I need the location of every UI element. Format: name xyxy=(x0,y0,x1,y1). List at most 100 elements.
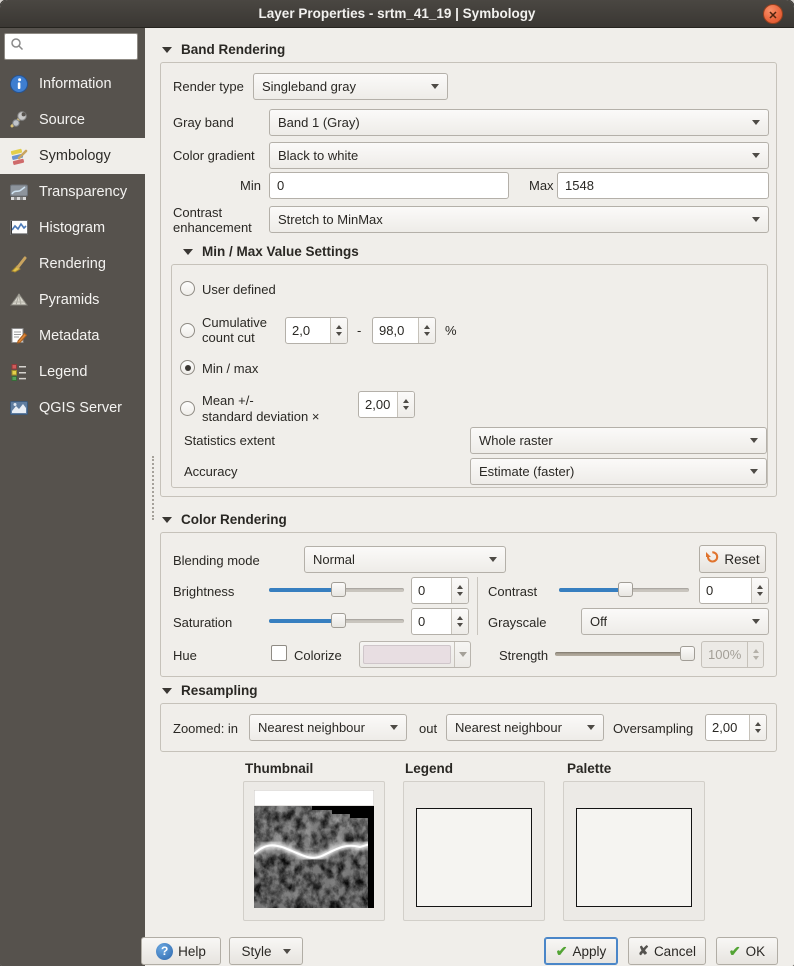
slider-thumb[interactable] xyxy=(680,646,695,661)
min-max-radio[interactable] xyxy=(180,360,195,375)
oversampling-label: Oversampling xyxy=(613,721,693,736)
band-rendering-group: Render type Singleband gray Gray band Ba… xyxy=(160,62,777,497)
sidebar-item-transparency[interactable]: Transparency xyxy=(0,174,145,210)
chevron-down-icon xyxy=(750,438,758,443)
accuracy-select[interactable]: Estimate (faster) xyxy=(470,458,767,485)
cumulative-count-cut-radio[interactable] xyxy=(180,323,195,338)
cumulative-low-spinbox[interactable]: 2,0 xyxy=(285,317,348,344)
max-value: 1548 xyxy=(565,178,594,193)
spinner-arrows[interactable] xyxy=(751,578,768,603)
render-type-select[interactable]: Singleband gray xyxy=(253,73,448,100)
max-input[interactable]: 1548 xyxy=(557,172,769,199)
spinner-arrows[interactable] xyxy=(451,578,468,603)
slider-thumb[interactable] xyxy=(618,582,633,597)
sidebar-item-metadata[interactable]: Metadata xyxy=(0,318,145,354)
chevron-down-icon xyxy=(752,619,760,624)
zoomed-out-select[interactable]: Nearest neighbour xyxy=(446,714,604,741)
spinner-arrows[interactable] xyxy=(749,715,766,740)
saturation-slider[interactable] xyxy=(269,613,404,628)
colorize-checkbox[interactable] xyxy=(271,645,287,661)
slider-fill xyxy=(269,588,337,592)
palette-canvas xyxy=(576,808,692,907)
help-button[interactable]: Help xyxy=(141,937,221,965)
gray-band-value: Band 1 (Gray) xyxy=(278,115,360,130)
min-input[interactable]: 0 xyxy=(269,172,509,199)
sidebar-item-rendering[interactable]: Rendering xyxy=(0,246,145,282)
strength-spinbox: 100% xyxy=(701,641,764,668)
spinner-arrows[interactable] xyxy=(418,318,435,343)
zoomed-in-select[interactable]: Nearest neighbour xyxy=(249,714,407,741)
spinner-arrows[interactable] xyxy=(451,609,468,634)
search-input[interactable] xyxy=(28,39,132,54)
ok-button[interactable]: OK xyxy=(716,937,778,965)
style-button[interactable]: Style xyxy=(229,937,303,965)
section-title: Band Rendering xyxy=(181,42,285,57)
apply-button[interactable]: Apply xyxy=(544,937,618,965)
band-rendering-header[interactable]: Band Rendering xyxy=(162,42,285,57)
apply-label: Apply xyxy=(572,944,606,959)
brightness-slider[interactable] xyxy=(269,582,404,597)
oversampling-spinbox[interactable]: 2,00 xyxy=(705,714,767,741)
mean-stddev-radio[interactable] xyxy=(180,401,195,416)
gray-band-select[interactable]: Band 1 (Gray) xyxy=(269,109,769,136)
legend-icon xyxy=(8,361,30,383)
chevron-down-icon xyxy=(752,120,760,125)
sidebar-item-source[interactable]: Source xyxy=(0,102,145,138)
user-defined-radio[interactable] xyxy=(180,281,195,296)
sidebar-item-information[interactable]: Information xyxy=(0,66,145,102)
sidebar-item-legend[interactable]: Legend xyxy=(0,354,145,390)
sidebar-item-label: Information xyxy=(39,76,112,92)
paintbrush-icon xyxy=(8,145,30,167)
color-rendering-header[interactable]: Color Rendering xyxy=(162,512,287,527)
collapse-arrow-icon xyxy=(183,249,193,255)
min-max-label: Min / max xyxy=(202,361,258,376)
palette-preview xyxy=(563,781,705,921)
contrast-enhancement-value: Stretch to MinMax xyxy=(278,212,383,227)
minmax-settings-group: User defined Cumulative count cut 2,0 - … xyxy=(171,264,768,488)
check-icon xyxy=(556,943,568,960)
sidebar-search[interactable] xyxy=(4,33,138,60)
sidebar-item-label: Pyramids xyxy=(39,292,99,308)
sidebar: Information Source Symbology Transparenc… xyxy=(0,28,145,966)
spinner-arrows[interactable] xyxy=(397,392,414,417)
user-defined-label: User defined xyxy=(202,282,276,297)
color-gradient-select[interactable]: Black to white xyxy=(269,142,769,169)
color-gradient-value: Black to white xyxy=(278,148,358,163)
close-button[interactable] xyxy=(763,4,783,24)
cancel-button[interactable]: Cancel xyxy=(628,937,706,965)
sidebar-nav: Information Source Symbology Transparenc… xyxy=(0,66,145,426)
sidebar-item-qgis-server[interactable]: QGIS Server xyxy=(0,390,145,426)
strength-slider[interactable] xyxy=(555,646,695,661)
colorize-color-button[interactable] xyxy=(359,641,471,668)
stddev-multiplier-spinbox[interactable]: 2,00 xyxy=(358,391,415,418)
legend-label: Legend xyxy=(405,761,453,776)
sidebar-item-pyramids[interactable]: Pyramids xyxy=(0,282,145,318)
resampling-header[interactable]: Resampling xyxy=(162,683,258,698)
slider-thumb[interactable] xyxy=(331,613,346,628)
strength-label: Strength xyxy=(499,648,548,663)
grayscale-select[interactable]: Off xyxy=(581,608,769,635)
color-rendering-group: Blending mode Normal Reset Brightness 0 … xyxy=(160,532,777,677)
reset-button[interactable]: Reset xyxy=(699,545,766,573)
splitter-handle[interactable] xyxy=(152,456,154,520)
collapse-arrow-icon xyxy=(162,688,172,694)
statistics-extent-select[interactable]: Whole raster xyxy=(470,427,767,454)
brightness-spinbox[interactable]: 0 xyxy=(411,577,469,604)
cumulative-high-spinbox[interactable]: 98,0 xyxy=(372,317,436,344)
contrast-label: Contrast xyxy=(488,584,537,599)
contrast-spinbox[interactable]: 0 xyxy=(699,577,769,604)
slider-thumb[interactable] xyxy=(331,582,346,597)
section-title: Color Rendering xyxy=(181,512,287,527)
contrast-slider[interactable] xyxy=(559,582,689,597)
chevron-down-icon xyxy=(489,557,497,562)
sidebar-item-symbology[interactable]: Symbology xyxy=(0,138,145,174)
sidebar-item-histogram[interactable]: Histogram xyxy=(0,210,145,246)
saturation-spinbox[interactable]: 0 xyxy=(411,608,469,635)
thumbnail-preview xyxy=(243,781,385,921)
minmax-settings-header[interactable]: Min / Max Value Settings xyxy=(183,244,359,259)
contrast-enhancement-select[interactable]: Stretch to MinMax xyxy=(269,206,769,233)
spinner-arrows[interactable] xyxy=(330,318,347,343)
help-icon xyxy=(156,943,173,960)
titlebar[interactable]: Layer Properties - srtm_41_19 | Symbolog… xyxy=(0,0,794,28)
blending-mode-select[interactable]: Normal xyxy=(304,546,506,573)
